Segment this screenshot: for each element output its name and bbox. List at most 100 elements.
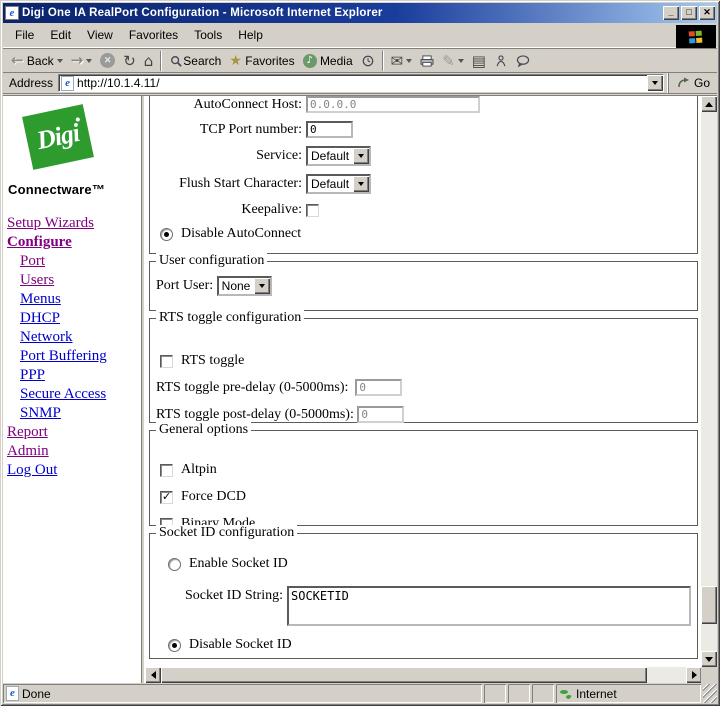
disable-autoconnect-label: Disable AutoConnect	[181, 226, 301, 242]
history-icon	[361, 55, 375, 67]
windows-logo-icon	[689, 30, 704, 43]
connectware-brand: Connectware™	[8, 182, 105, 197]
rts-toggle-label: RTS toggle	[181, 353, 244, 369]
horizontal-scrollbar[interactable]	[145, 667, 702, 683]
close-button[interactable]: ✕	[699, 6, 715, 20]
vertical-scrollbar[interactable]	[701, 96, 717, 667]
menu-bar: File Edit View Favorites Tools Help	[3, 23, 717, 48]
sidebar-item-snmp[interactable]: SNMP	[3, 404, 141, 423]
enable-socket-id-radio[interactable]	[168, 558, 181, 571]
forward-button[interactable]: →	[67, 50, 97, 72]
resize-grip[interactable]	[703, 684, 717, 703]
rts-post-delay-input[interactable]	[357, 406, 404, 423]
disable-socket-id-label: Disable Socket ID	[189, 637, 292, 653]
internet-globe-icon	[559, 687, 572, 700]
navigation-frame: Digi Connectware™ Setup Wizards Configur…	[3, 96, 141, 683]
ie-throbber	[676, 25, 716, 48]
minimize-button[interactable]: _	[663, 6, 679, 20]
vertical-scroll-thumb[interactable]	[701, 586, 717, 624]
sidebar-item-port-buffering[interactable]: Port Buffering	[3, 347, 141, 366]
sidebar-item-configure[interactable]: Configure	[3, 233, 141, 252]
scrollbar-corner	[701, 667, 717, 683]
go-arrow-icon	[677, 77, 691, 89]
window-title: Digi One IA RealPort Configuration - Mic…	[22, 7, 661, 19]
address-combo[interactable]: e http://10.1.4.11/	[58, 74, 664, 92]
menu-file[interactable]: File	[7, 25, 42, 45]
scroll-left-button[interactable]	[145, 667, 161, 683]
menu-view[interactable]: View	[79, 25, 121, 45]
mail-button[interactable]: ✉	[387, 50, 417, 72]
sidebar-item-network[interactable]: Network	[3, 328, 141, 347]
maximize-button[interactable]: □	[681, 6, 697, 20]
menu-tools[interactable]: Tools	[186, 25, 230, 45]
security-zone-pane: Internet	[556, 684, 701, 703]
flush-start-select[interactable]: Default	[306, 174, 371, 194]
media-button[interactable]: ♪ Media	[299, 50, 357, 72]
favorites-button[interactable]: ★ Favorites	[225, 50, 298, 72]
back-dropdown-icon[interactable]	[57, 59, 63, 63]
sidebar-item-admin[interactable]: Admin	[3, 442, 141, 461]
sidebar-item-log-out[interactable]: Log Out	[3, 461, 141, 480]
port-user-label: Port User:	[156, 278, 213, 294]
disable-socket-id-radio[interactable]	[168, 639, 181, 652]
menu-edit[interactable]: Edit	[42, 25, 79, 45]
logo-registered-dot	[75, 117, 80, 122]
chevron-down-icon[interactable]	[254, 278, 270, 294]
go-button[interactable]: Go	[668, 73, 714, 93]
disable-autoconnect-radio[interactable]	[160, 228, 173, 241]
keepalive-checkbox[interactable]	[306, 204, 319, 217]
search-button[interactable]: Search	[165, 50, 225, 72]
discuss-button[interactable]	[512, 50, 534, 72]
discuss-notes-button[interactable]: ▤	[468, 50, 490, 72]
menu-favorites[interactable]: Favorites	[121, 25, 186, 45]
home-button[interactable]: ⌂	[140, 50, 158, 72]
messenger-button[interactable]	[490, 50, 512, 72]
forward-dropdown-icon[interactable]	[86, 59, 92, 63]
sidebar-nav: Setup Wizards Configure Port Users Menus…	[3, 214, 141, 480]
notes-icon: ▤	[472, 53, 486, 69]
sidebar-item-menus[interactable]: Menus	[3, 290, 141, 309]
sidebar-item-report[interactable]: Report	[3, 423, 141, 442]
zone-text: Internet	[576, 687, 617, 701]
refresh-button[interactable]: ↻	[119, 50, 140, 72]
sidebar-item-port[interactable]: Port	[3, 252, 141, 271]
sidebar-item-users[interactable]: Users	[3, 271, 141, 290]
tcp-port-input[interactable]	[306, 121, 353, 138]
socket-id-string-textarea[interactable]: SOCKETID	[287, 586, 691, 626]
address-dropdown-button[interactable]	[647, 75, 663, 91]
scroll-down-button[interactable]	[701, 651, 717, 667]
autoconnect-host-input[interactable]	[306, 96, 480, 113]
service-label: Service:	[156, 148, 306, 164]
toolbar-separator	[382, 51, 384, 71]
force-dcd-checkbox[interactable]	[160, 491, 173, 504]
stop-button[interactable]: ✕	[96, 50, 119, 72]
scroll-right-icon	[692, 671, 697, 679]
title-bar: e Digi One IA RealPort Configuration - M…	[3, 3, 717, 23]
sidebar-item-dhcp[interactable]: DHCP	[3, 309, 141, 328]
history-button[interactable]	[357, 50, 379, 72]
back-button[interactable]: ← Back	[7, 50, 67, 72]
scroll-up-button[interactable]	[701, 96, 717, 112]
edit-dropdown-icon[interactable]	[458, 59, 464, 63]
sidebar-item-ppp[interactable]: PPP	[3, 366, 141, 385]
page-ie-icon: e	[61, 76, 74, 91]
rts-pre-delay-input[interactable]	[355, 379, 402, 396]
menu-help[interactable]: Help	[230, 25, 271, 45]
refresh-icon: ↻	[123, 53, 136, 69]
rts-toggle-checkbox[interactable]	[160, 355, 173, 368]
horizontal-scroll-thumb[interactable]	[161, 667, 647, 683]
port-user-select[interactable]: None	[217, 276, 273, 296]
mail-dropdown-icon[interactable]	[406, 59, 412, 63]
edit-button[interactable]: ✎	[438, 50, 468, 72]
address-url[interactable]: http://10.1.4.11/	[77, 76, 647, 90]
service-select[interactable]: Default	[306, 146, 371, 166]
status-pane-empty	[508, 684, 530, 703]
scroll-right-button[interactable]	[686, 667, 702, 683]
sidebar-item-setup-wizards[interactable]: Setup Wizards	[3, 214, 141, 233]
general-options-fieldset: General options Altpin Force DCD Binary …	[149, 430, 698, 526]
print-button[interactable]	[416, 50, 438, 72]
chevron-down-icon[interactable]	[353, 176, 369, 192]
sidebar-item-secure-access[interactable]: Secure Access	[3, 385, 141, 404]
chevron-down-icon[interactable]	[353, 148, 369, 164]
altpin-checkbox[interactable]	[160, 464, 173, 477]
